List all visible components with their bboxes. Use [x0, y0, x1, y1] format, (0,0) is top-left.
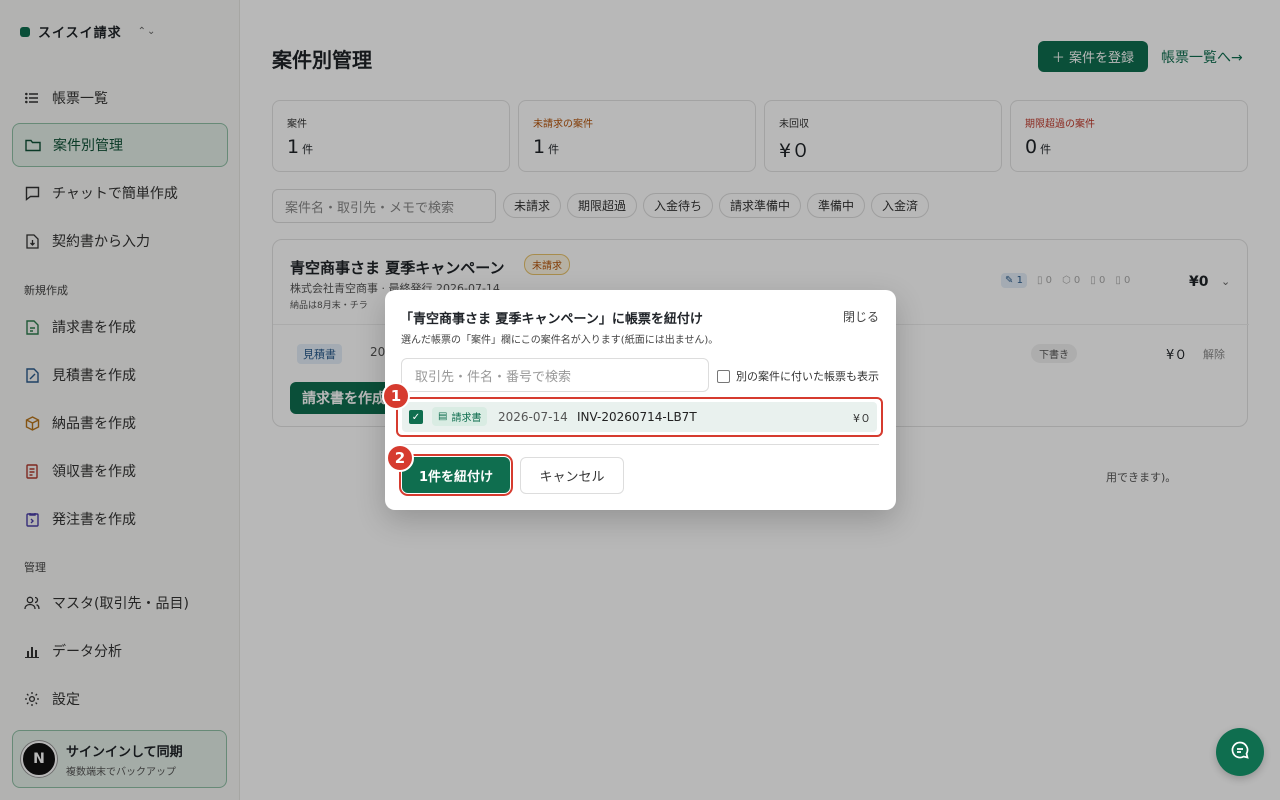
step-marker-1: 1 — [382, 382, 410, 410]
dialog-title: 「青空商事さま 夏季キャンペーン」に帳票を紐付け — [400, 312, 703, 327]
show-other-projects-toggle[interactable]: 別の案件に付いた帳票も表示 — [717, 368, 879, 384]
checkbox[interactable] — [717, 369, 730, 383]
checkbox-label: 別の案件に付いた帳票も表示 — [736, 370, 879, 383]
link-documents-dialog: 「青空商事さま 夏季キャンペーン」に帳票を紐付け 閉じる 選んだ帳票の「案件」欄… — [385, 290, 896, 510]
cancel-button[interactable]: キャンセル — [520, 457, 624, 494]
dialog-close-button[interactable]: 閉じる — [843, 308, 879, 325]
document-search-input[interactable]: 取引先・件名・番号で検索 — [401, 358, 709, 392]
highlight-box — [396, 397, 883, 437]
divider — [401, 444, 879, 445]
chat-bubble-icon — [1230, 740, 1250, 764]
step-marker-2: 2 — [386, 444, 414, 472]
confirm-link-button[interactable]: 1件を紐付け — [399, 454, 513, 496]
dialog-subtitle: 選んだ帳票の「案件」欄にこの案件名が入ります(紙面には出ません)。 — [401, 335, 719, 346]
chat-fab-button[interactable] — [1216, 728, 1264, 776]
